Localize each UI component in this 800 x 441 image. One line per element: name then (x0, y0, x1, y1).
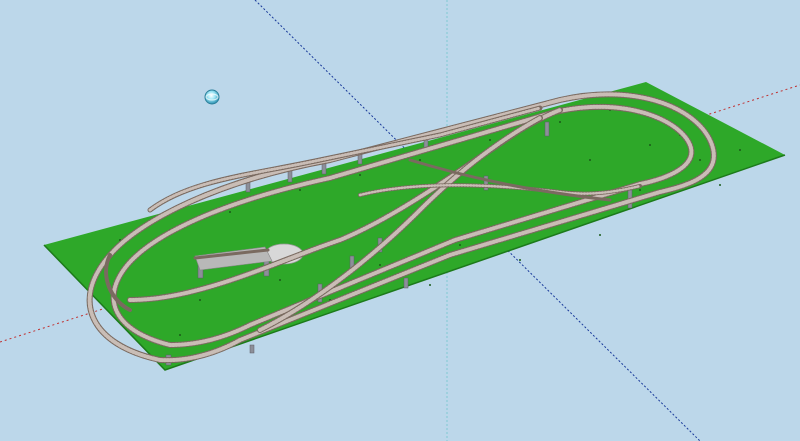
orbit-icon[interactable] (204, 89, 220, 105)
scene-canvas[interactable] (0, 0, 800, 441)
3d-viewport[interactable] (0, 0, 800, 441)
